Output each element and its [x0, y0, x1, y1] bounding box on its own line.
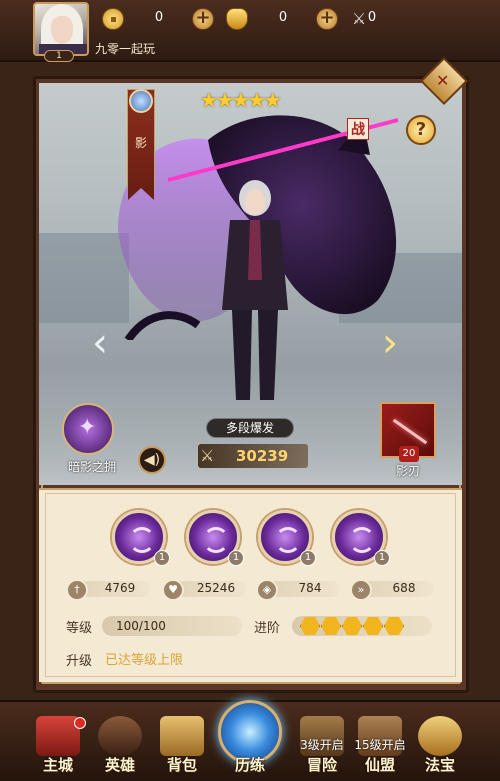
crossed-swords-icon: ⚔ — [200, 446, 215, 465]
nav-bag[interactable]: 背包 — [150, 712, 214, 778]
upgrade-label: 升级 — [66, 654, 93, 669]
heart-icon: ♥ — [162, 579, 184, 601]
weapon-name: 影刃 — [395, 464, 420, 478]
skill-1-level: 1 — [154, 550, 170, 566]
nav-guild-label: 仙盟 — [364, 756, 395, 774]
weapon-level-badge: 20 — [399, 446, 419, 462]
close-icon: ✕ — [436, 70, 450, 90]
coin-icon — [102, 8, 124, 30]
hero-star-rating: ★★★★★ — [200, 88, 282, 112]
hero-portrait-icon — [98, 716, 142, 756]
hero-character-art — [222, 180, 288, 400]
stat-speed-value: 688 — [392, 581, 416, 595]
help-button[interactable]: ? — [406, 115, 436, 145]
nav-training[interactable]: 历练 — [218, 712, 282, 778]
hero-face — [245, 189, 265, 215]
hero-leg — [232, 310, 252, 400]
nav-treasure[interactable]: 法宝 — [408, 712, 472, 778]
battle-token-value: 0 — [367, 10, 377, 25]
next-hero-arrow[interactable]: › — [382, 320, 398, 366]
bag-icon — [160, 716, 204, 756]
skill-4-level: 1 — [374, 550, 390, 566]
nav-main-city-label: 主城 — [42, 756, 73, 774]
level-value: 100/100 — [102, 616, 242, 636]
nav-bag-label: 背包 — [166, 756, 197, 774]
voice-button[interactable]: ◀) — [138, 446, 166, 474]
player-name: 九零一起玩 — [95, 42, 156, 56]
hero-leg — [258, 310, 278, 400]
boot-icon: » — [350, 579, 372, 601]
stat-attack-value: 4769 — [104, 581, 136, 595]
combat-power: ⚔ 30239 — [198, 444, 308, 468]
ingot-icon — [226, 8, 248, 30]
top-bar: 1 九零一起玩 0 + 0 + ⚔ 0 — [0, 0, 500, 62]
player-level-badge: 1 — [44, 50, 74, 62]
gourd-icon — [418, 716, 462, 756]
star-icon: ★ — [263, 88, 282, 112]
rank-label: 进阶 — [254, 621, 281, 636]
coin-value: 0 — [154, 10, 164, 25]
guild-lock-text: 15级开启 — [354, 738, 406, 752]
stat-defense-value: 784 — [298, 581, 322, 595]
shield-icon: ◈ — [256, 579, 278, 601]
combat-power-value: 30239 — [236, 447, 289, 465]
ultimate-skill-icon[interactable] — [62, 403, 114, 455]
avatar-face — [51, 16, 73, 44]
nav-heroes[interactable]: 英雄 — [88, 712, 152, 778]
nav-treasure-label: 法宝 — [424, 756, 455, 774]
prev-hero-arrow[interactable]: ‹ — [92, 320, 108, 366]
adventure-lock-text: 3级开启 — [300, 738, 344, 752]
player-avatar[interactable] — [33, 2, 89, 56]
add-coin-button[interactable]: + — [192, 8, 214, 30]
ultimate-skill-label: 暗影之拥 — [67, 460, 116, 474]
nav-heroes-label: 英雄 — [104, 756, 135, 774]
ingot-value: 0 — [278, 10, 288, 25]
sword-icon: † — [66, 579, 88, 601]
current-skill-name: 多段爆发 — [206, 418, 294, 438]
add-ingot-button[interactable]: + — [316, 8, 338, 30]
skill-2-level: 1 — [228, 550, 244, 566]
faction-label: 影 — [134, 136, 147, 150]
nav-training-label: 历练 — [234, 756, 265, 774]
raven-shape — [124, 311, 201, 340]
hero-vest — [248, 220, 262, 280]
hero-type-badge: 战 — [347, 118, 369, 140]
notification-dot — [74, 717, 86, 729]
skill-3-level: 1 — [300, 550, 316, 566]
nav-adventure-label: 冒险 — [306, 756, 337, 774]
stat-health-value: 25246 — [196, 581, 236, 595]
upgrade-status: 已达等级上限 — [105, 653, 184, 668]
level-label: 等级 — [66, 621, 93, 636]
speaker-icon: ◀) — [143, 452, 161, 468]
